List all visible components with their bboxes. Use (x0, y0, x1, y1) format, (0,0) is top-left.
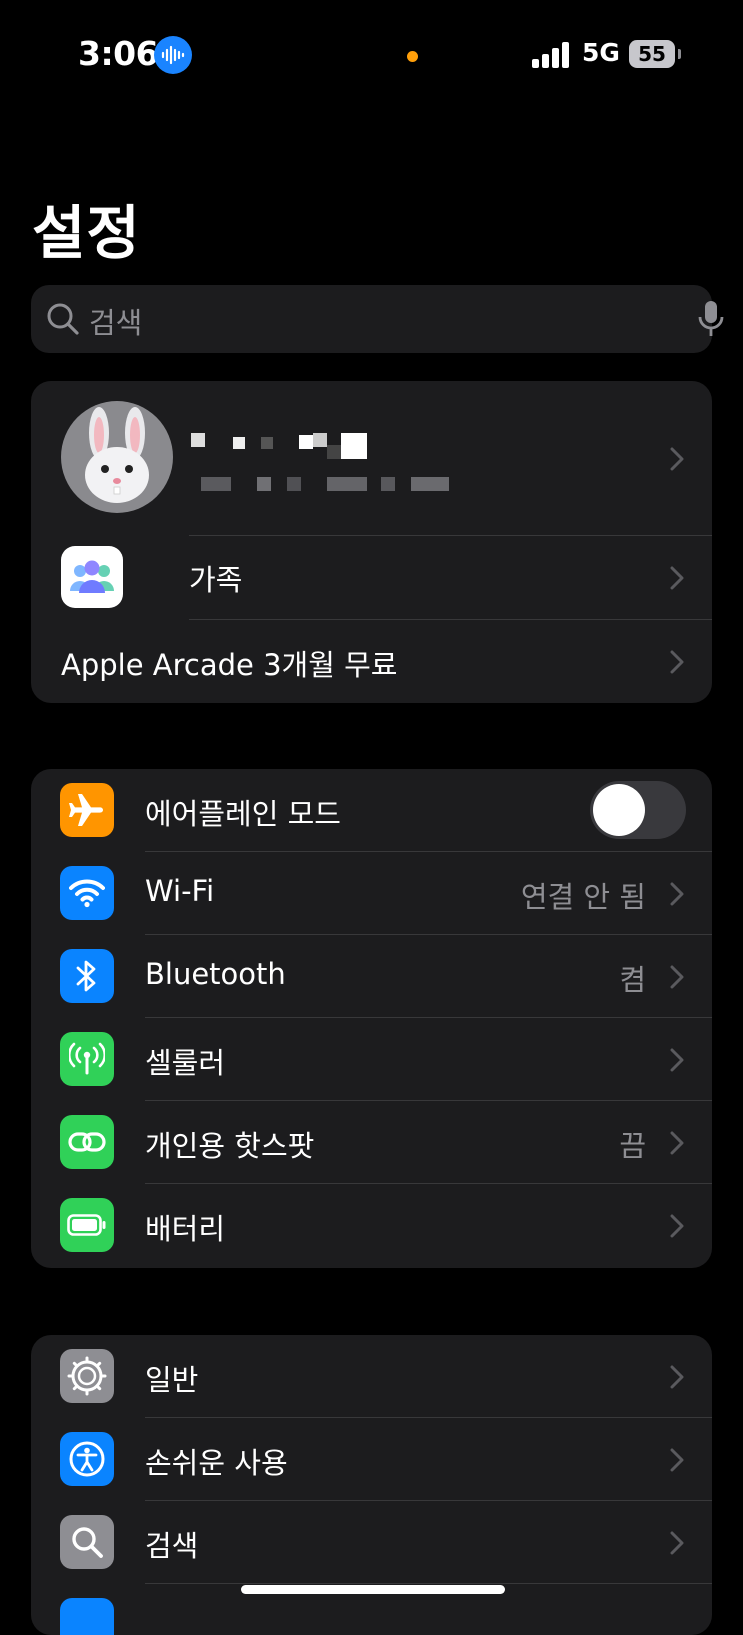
toggle-knob (593, 784, 645, 836)
network-type: 5G (582, 38, 620, 67)
profile-group: 가족 Apple Arcade 3개월 무료 (31, 381, 712, 703)
general-row[interactable]: 일반 (31, 1335, 712, 1418)
search-settings-row[interactable]: 검색 (31, 1501, 712, 1584)
airplane-mode-toggle[interactable] (590, 781, 686, 839)
bunny-memoji-icon (85, 407, 149, 503)
apple-account-row[interactable] (31, 381, 712, 536)
status-bar: 3:06 5G 55 (0, 0, 743, 110)
gear-icon (60, 1349, 114, 1403)
apple-arcade-row[interactable]: Apple Arcade 3개월 무료 (31, 620, 712, 703)
battery-level: 55 (629, 40, 675, 68)
chevron-right-icon (670, 1531, 684, 1555)
wifi-status: 연결 안 됨 (520, 880, 646, 914)
signal-strength-icon (532, 42, 569, 68)
connectivity-group: 에어플레인 모드 Wi-Fi 연결 안 됨 Bluetooth 켬 셀룰러 개인… (31, 769, 712, 1268)
search-settings-label: 검색 (145, 1529, 199, 1563)
bluetooth-label: Bluetooth (145, 957, 286, 991)
chevron-right-icon (670, 965, 684, 989)
family-row[interactable]: 가족 (31, 536, 712, 619)
microphone-icon[interactable] (697, 299, 725, 339)
search-icon (60, 1515, 114, 1569)
siri-icon[interactable] (154, 36, 192, 74)
apple-arcade-label: Apple Arcade 3개월 무료 (61, 648, 398, 682)
redacted-account-email (201, 477, 471, 493)
privacy-indicator-dot (407, 51, 418, 62)
hotspot-icon (60, 1115, 114, 1169)
general-label: 일반 (145, 1363, 199, 1397)
battery-icon (60, 1198, 114, 1252)
cellular-label: 셀룰러 (145, 1046, 226, 1080)
accessibility-label: 손쉬운 사용 (145, 1446, 288, 1480)
chevron-right-icon (670, 1214, 684, 1238)
search-placeholder: 검색 (89, 306, 143, 340)
chevron-right-icon (670, 566, 684, 590)
page-title: 설정 (32, 199, 141, 267)
chevron-right-icon (670, 1365, 684, 1389)
airplane-mode-row: 에어플레인 모드 (31, 769, 712, 852)
cellular-row[interactable]: 셀룰러 (31, 1018, 712, 1101)
wifi-row[interactable]: Wi-Fi 연결 안 됨 (31, 852, 712, 935)
airplane-icon (60, 783, 114, 837)
family-icon (61, 546, 123, 608)
status-time: 3:06 (78, 34, 159, 73)
search-field[interactable]: 검색 (31, 285, 724, 353)
bluetooth-row[interactable]: Bluetooth 켬 (31, 935, 712, 1018)
accessibility-row[interactable]: 손쉬운 사용 (31, 1418, 712, 1501)
battery-cap (678, 49, 681, 59)
bluetooth-status: 켬 (619, 963, 646, 997)
personal-hotspot-status: 끔 (619, 1129, 646, 1163)
family-label: 가족 (189, 563, 243, 597)
chevron-right-icon (670, 882, 684, 906)
redacted-account-name (191, 429, 411, 459)
wifi-label: Wi-Fi (145, 874, 215, 908)
chevron-right-icon (670, 1131, 684, 1155)
airplane-mode-label: 에어플레인 모드 (145, 797, 341, 831)
wifi-icon (60, 866, 114, 920)
bluetooth-icon (60, 949, 114, 1003)
personal-hotspot-row[interactable]: 개인용 핫스팟 끔 (31, 1101, 712, 1184)
cellular-icon (60, 1032, 114, 1086)
partial-app-icon (60, 1598, 114, 1635)
home-indicator[interactable] (241, 1585, 505, 1594)
avatar (61, 401, 173, 513)
chevron-right-icon (670, 447, 684, 471)
battery-label: 배터리 (145, 1212, 226, 1246)
chevron-right-icon (670, 1048, 684, 1072)
personal-hotspot-label: 개인용 핫스팟 (145, 1129, 315, 1163)
chevron-right-icon (670, 1448, 684, 1472)
search-icon (47, 303, 79, 335)
battery-row[interactable]: 배터리 (31, 1184, 712, 1268)
accessibility-icon (60, 1432, 114, 1486)
chevron-right-icon (670, 650, 684, 674)
